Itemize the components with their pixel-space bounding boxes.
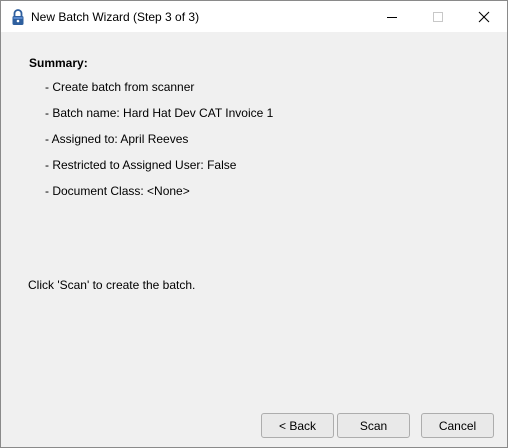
cancel-button[interactable]: Cancel <box>421 413 494 438</box>
summary-line-source: - Create batch from scanner <box>45 80 195 94</box>
scan-button[interactable]: Scan <box>337 413 410 438</box>
maximize-button <box>415 1 461 32</box>
summary-line-batch-name: - Batch name: Hard Hat Dev CAT Invoice 1 <box>45 106 274 120</box>
instruction-text: Click 'Scan' to create the batch. <box>28 278 196 292</box>
close-button[interactable] <box>461 1 507 32</box>
minimize-button[interactable] <box>369 1 415 32</box>
padlock-icon <box>10 8 26 26</box>
new-batch-wizard-window: New Batch Wizard (Step 3 of 3) Summary: … <box>0 0 508 448</box>
window-title: New Batch Wizard (Step 3 of 3) <box>31 10 200 24</box>
minimize-icon <box>387 16 397 18</box>
maximize-icon <box>433 11 443 22</box>
summary-heading: Summary: <box>29 56 88 70</box>
title-bar[interactable]: New Batch Wizard (Step 3 of 3) <box>1 1 507 32</box>
close-icon <box>478 11 490 22</box>
summary-line-document-class: - Document Class: <None> <box>45 184 190 198</box>
back-button[interactable]: < Back <box>261 413 334 438</box>
summary-line-restricted: - Restricted to Assigned User: False <box>45 158 237 172</box>
summary-line-assigned-to: - Assigned to: April Reeves <box>45 132 189 146</box>
